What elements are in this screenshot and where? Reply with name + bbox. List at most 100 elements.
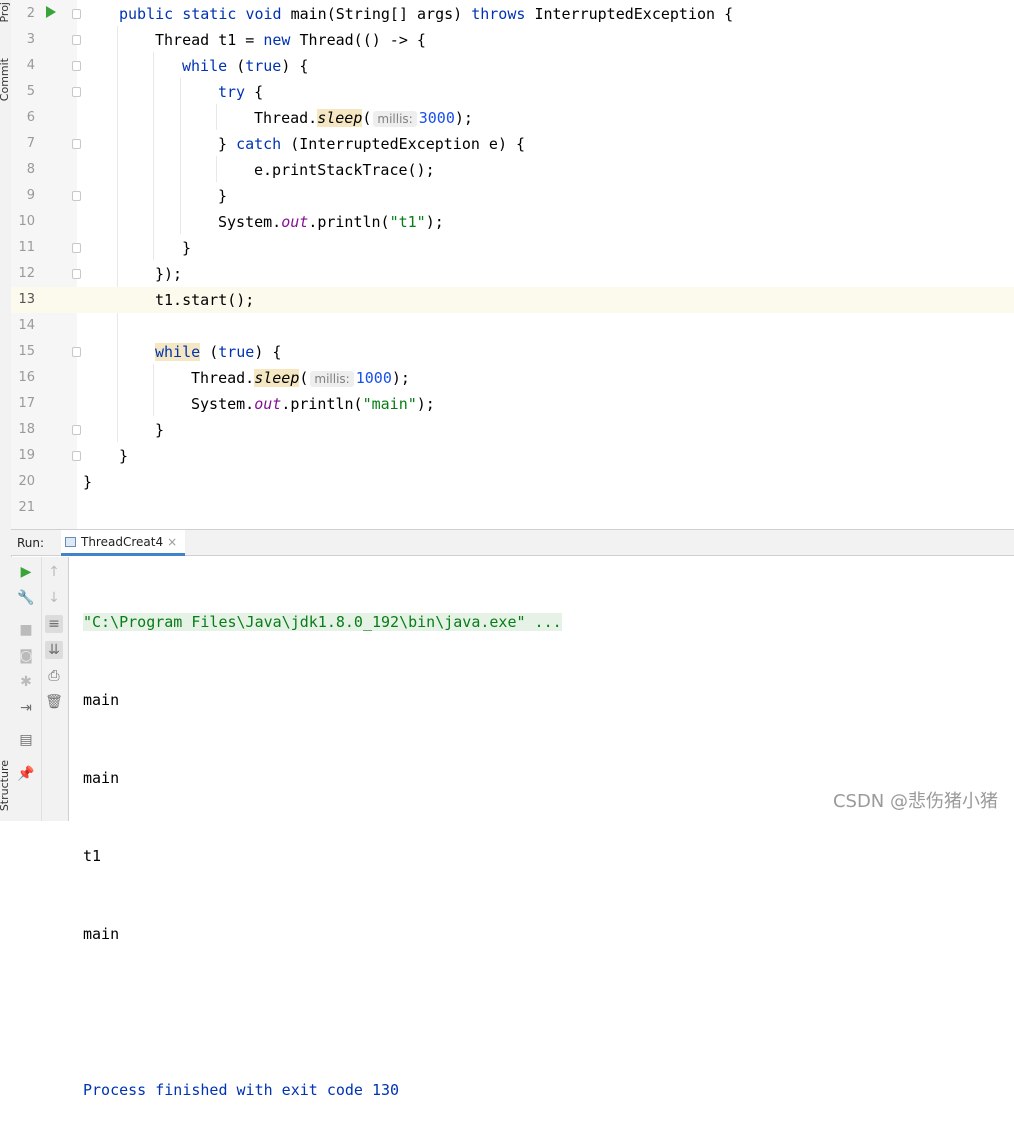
pin-icon[interactable]: 📌 <box>17 765 35 783</box>
soft-wrap-icon[interactable]: ≡ <box>45 615 63 633</box>
console-tab-icon <box>65 537 76 547</box>
down-arrow-icon[interactable]: ↓ <box>45 589 63 607</box>
line-number: 17 <box>18 396 35 411</box>
code-text: try { <box>218 83 264 101</box>
print-icon[interactable]: ⎙ <box>45 667 63 685</box>
layout-icon[interactable]: ▤ <box>17 731 35 749</box>
fold-marker-icon[interactable] <box>72 87 81 97</box>
run-toolbar-left: ▶ 🔧 ■ ◙ ✱ ⇥ ▤ 📌 <box>11 557 42 821</box>
code-line[interactable]: 20 } <box>11 469 1014 495</box>
code-line[interactable]: 17 System.out.println("main"); <box>11 391 1014 417</box>
fold-marker-icon[interactable] <box>72 61 81 71</box>
line-number: 7 <box>26 136 35 151</box>
tab-run-config[interactable]: ThreadCreat4 × <box>61 530 186 556</box>
stop-icon[interactable]: ■ <box>17 621 35 639</box>
code-line[interactable]: 16 Thread.sleep(millis: 1000); <box>11 365 1014 391</box>
parameter-hint: millis: <box>310 371 354 387</box>
fold-marker-icon[interactable] <box>72 347 81 357</box>
code-line[interactable]: 12 }); <box>11 261 1014 287</box>
code-text: while (true) { <box>182 57 309 75</box>
close-tab-icon[interactable]: × <box>167 535 177 549</box>
code-text: } <box>83 473 93 491</box>
code-text: } catch (InterruptedException e) { <box>218 135 526 153</box>
line-number: 12 <box>18 266 35 281</box>
wrench-icon[interactable]: 🔧 <box>17 589 35 607</box>
code-line[interactable]: 5 try { <box>11 79 1014 105</box>
code-text: } <box>218 187 228 205</box>
line-number: 20 <box>18 474 35 489</box>
console-output[interactable]: "C:\Program Files\Java\jdk1.8.0_192\bin\… <box>83 557 1003 1129</box>
code-line[interactable]: 7 } catch (InterruptedException e) { <box>11 131 1014 157</box>
code-line[interactable]: 10 System.out.println("t1"); <box>11 209 1014 235</box>
fold-marker-icon[interactable] <box>72 35 81 45</box>
console-command-line: "C:\Program Files\Java\jdk1.8.0_192\bin\… <box>83 613 562 631</box>
code-text: while (true) { <box>155 343 282 361</box>
fold-marker-icon[interactable] <box>72 191 81 201</box>
fold-marker-icon[interactable] <box>72 139 81 149</box>
code-line[interactable]: 14 <box>11 313 1014 339</box>
code-text: System.out.println("t1"); <box>218 213 444 231</box>
process-exit-message: Process finished with exit code 130 <box>83 1081 400 1099</box>
code-line[interactable]: 9 } <box>11 183 1014 209</box>
commit-tool-tab[interactable]: Commit <box>0 58 11 101</box>
debug-bug-icon[interactable]: ✱ <box>17 673 35 691</box>
project-tool-tab[interactable]: Proj <box>0 2 11 23</box>
line-number: 2 <box>26 6 35 21</box>
code-text: }); <box>155 265 183 283</box>
code-text: t1.start(); <box>155 291 255 309</box>
code-line[interactable]: 15 while (true) { <box>11 339 1014 365</box>
code-text: } <box>182 239 192 257</box>
line-number: 21 <box>18 500 35 515</box>
line-number: 4 <box>26 58 35 73</box>
code-line[interactable]: 18 } <box>11 417 1014 443</box>
code-line[interactable]: 19 } <box>11 443 1014 469</box>
code-line[interactable]: 2 public static void main(String[] args)… <box>11 1 1014 27</box>
code-line[interactable]: 4 while (true) { <box>11 53 1014 79</box>
code-line[interactable]: 3 Thread t1 = new Thread(() -> { <box>11 27 1014 53</box>
line-number: 14 <box>18 318 35 333</box>
fold-marker-icon[interactable] <box>72 269 81 279</box>
line-number: 8 <box>26 162 35 177</box>
fold-marker-icon[interactable] <box>72 243 81 253</box>
console-line: main <box>83 691 120 709</box>
exit-icon[interactable]: ⇥ <box>17 699 35 717</box>
run-panel-header: Run: ThreadCreat4 × <box>11 529 1014 556</box>
structure-tool-tab[interactable]: Structure <box>0 760 11 811</box>
code-line[interactable]: 8 e.printStackTrace(); <box>11 157 1014 183</box>
console-line: main <box>83 925 120 943</box>
scroll-to-end-icon[interactable]: ⇊ <box>45 641 63 659</box>
line-number: 11 <box>18 240 35 255</box>
line-number: 10 <box>18 214 35 229</box>
up-arrow-icon[interactable]: ↑ <box>45 563 63 581</box>
trash-icon[interactable]: 🗑 <box>45 693 63 711</box>
line-number: 6 <box>26 110 35 125</box>
run-label: Run: <box>17 536 45 550</box>
code-text: e.printStackTrace(); <box>254 161 435 179</box>
code-line[interactable]: 21 <box>11 495 1014 521</box>
fold-marker-icon[interactable] <box>72 451 81 461</box>
code-line-current[interactable]: 13 t1.start(); <box>11 287 1014 313</box>
line-number: 19 <box>18 448 35 463</box>
line-number: 16 <box>18 370 35 385</box>
code-text: Thread.sleep(millis: 1000); <box>191 369 410 387</box>
code-text: System.out.println("main"); <box>191 395 435 413</box>
code-text: } <box>155 421 165 439</box>
run-tab-label: ThreadCreat4 <box>81 535 164 549</box>
code-text: Thread t1 = new Thread(() -> { <box>155 31 426 49</box>
line-number: 13 <box>18 292 35 307</box>
line-number: 9 <box>26 188 35 203</box>
code-text: Thread.sleep(millis: 3000); <box>254 109 473 127</box>
camera-icon[interactable]: ◙ <box>17 647 35 665</box>
fold-marker-icon[interactable] <box>72 425 81 435</box>
line-number: 5 <box>26 84 35 99</box>
fold-marker-icon[interactable] <box>72 9 81 19</box>
run-toolbar-right: ↑ ↓ ≡ ⇊ ⎙ 🗑 <box>42 557 69 821</box>
rerun-icon[interactable]: ▶ <box>17 563 35 581</box>
code-line[interactable]: 6 Thread.sleep(millis: 3000); <box>11 105 1014 131</box>
parameter-hint: millis: <box>373 111 417 127</box>
watermark: CSDN @悲伤猪小猪 <box>832 791 998 812</box>
code-text: } <box>119 447 129 465</box>
run-main-gutter-icon[interactable] <box>46 6 56 18</box>
code-line[interactable]: 11 } <box>11 235 1014 261</box>
